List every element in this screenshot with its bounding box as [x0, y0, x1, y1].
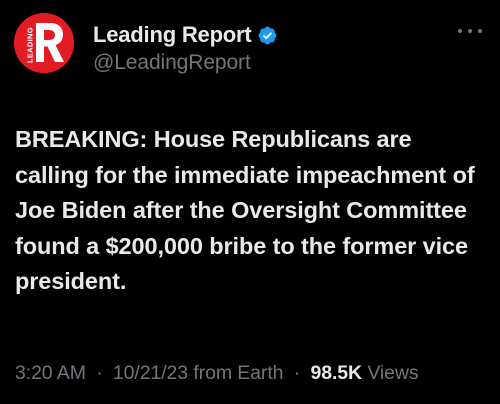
- name-row: Leading Report: [93, 22, 278, 48]
- svg-text:LEADING: LEADING: [26, 27, 35, 63]
- author-avatar[interactable]: LEADING: [14, 13, 74, 73]
- meta-separator: ·: [293, 362, 301, 384]
- verified-badge-icon: [257, 25, 278, 46]
- more-dot: [458, 29, 462, 33]
- tweet-meta: 3:20 AM · 10/21/23 from Earth · 98.5K Vi…: [15, 362, 419, 385]
- author-identity: Leading Report @LeadingReport: [93, 22, 278, 75]
- leading-report-logo: LEADING: [14, 13, 74, 73]
- tweet-text: BREAKING: House Republicans are calling …: [15, 126, 475, 294]
- more-options-icon[interactable]: [458, 24, 482, 38]
- tweet-source: from Earth: [193, 362, 284, 384]
- author-handle[interactable]: @LeadingReport: [93, 51, 278, 75]
- tweet-date[interactable]: 10/21/23: [113, 362, 188, 384]
- more-dot: [468, 29, 472, 33]
- views-label: Views: [367, 362, 419, 384]
- views-count: 98.5K: [310, 362, 362, 384]
- author-display-name[interactable]: Leading Report: [93, 22, 252, 48]
- tweet-time[interactable]: 3:20 AM: [15, 362, 86, 384]
- tweet-card: LEADING Leading Report @LeadingReport BR…: [0, 0, 500, 404]
- more-dot: [478, 29, 482, 33]
- meta-separator: ·: [96, 362, 103, 384]
